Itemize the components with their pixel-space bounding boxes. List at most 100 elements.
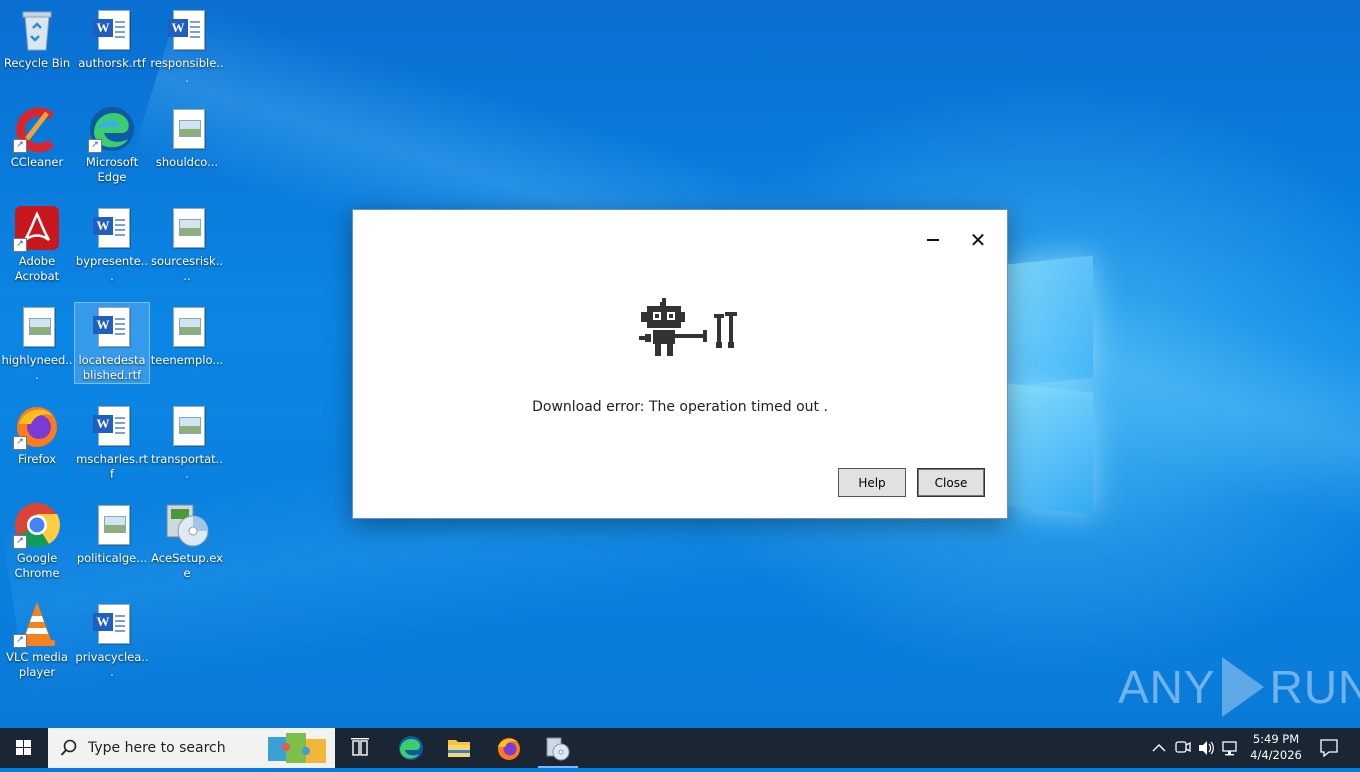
desktop-icon-file[interactable]: shouldco... [150, 105, 224, 170]
word-document-icon: W [88, 402, 136, 450]
taskbar-clock[interactable]: 5:49 PM 4/4/2026 [1244, 731, 1308, 763]
minimize-button[interactable] [919, 226, 949, 254]
folder-icon [448, 740, 470, 757]
desktop-icon-label: Microsoft Edge [85, 155, 139, 184]
microsoft-edge-icon: ↗ [88, 105, 136, 153]
desktop-icon-label: sourcesrisk.... [150, 254, 224, 283]
desktop-icon-file[interactable]: W authorsk.rtf [75, 6, 149, 71]
desktop-icon-label: teenemplo... [150, 353, 224, 367]
image-file-icon [163, 402, 211, 450]
watermark-text-right: RUN [1269, 661, 1360, 713]
play-logo-icon [1221, 657, 1264, 717]
recycle-bin-icon [13, 6, 61, 54]
word-document-icon: W [88, 303, 136, 351]
close-button[interactable]: Close [917, 468, 985, 497]
word-document-icon: W [88, 600, 136, 648]
volume-icon[interactable] [1196, 728, 1216, 768]
firefox-icon [498, 738, 520, 760]
installer-disc-icon [163, 501, 211, 549]
adobe-acrobat-icon: ↗ [13, 204, 61, 252]
desktop-icon-label: shouldco... [155, 155, 219, 169]
word-document-icon: W [163, 6, 211, 54]
image-file-icon [13, 303, 61, 351]
desktop-icon-file[interactable]: W bypresente... [75, 204, 149, 284]
broken-robot-icon [639, 298, 737, 356]
taskbar-firefox[interactable] [485, 728, 533, 768]
shortcut-arrow-icon: ↗ [13, 238, 27, 252]
shortcut-arrow-icon: ↗ [88, 139, 102, 153]
clock-time: 5:49 PM [1252, 732, 1300, 746]
desktop-icon-file[interactable]: transportat... [150, 402, 224, 482]
anyrun-watermark: ANY RUN [1118, 656, 1360, 718]
desktop-icon-file[interactable]: highlyneed... [0, 303, 74, 383]
desktop-icon-label: Recycle Bin [3, 56, 71, 70]
desktop-icon-label: VLC media player [6, 650, 68, 679]
help-button[interactable]: Help [838, 468, 906, 497]
desktop-icon-file[interactable]: W privacyclea... [75, 600, 149, 680]
desktop-icon-label: Firefox [17, 452, 57, 466]
image-file-icon [88, 501, 136, 549]
desktop-icon-label: Google Chrome [14, 551, 60, 580]
shortcut-arrow-icon: ↗ [13, 436, 27, 450]
wallpaper-logo-pane [1008, 383, 1093, 515]
desktop-icon-file[interactable]: politicalge... [75, 501, 149, 566]
desktop-icon-label: mscharles.rtf [76, 452, 148, 481]
image-file-icon [163, 105, 211, 153]
desktop-icon-ccleaner[interactable]: ↗ CCleaner [0, 105, 74, 170]
desktop-icon-label: transportat... [150, 452, 223, 481]
desktop-icon-label: AceSetup.exe [151, 551, 223, 580]
shortcut-arrow-icon: ↗ [13, 535, 27, 549]
taskbar: Type here to search 5:49 PM 4/4/2026 [0, 728, 1360, 768]
word-document-icon: W [88, 6, 136, 54]
notifications-icon[interactable] [1318, 738, 1340, 758]
taskbar-file-explorer[interactable] [435, 728, 483, 768]
desktop-icon-file[interactable]: W responsible... [150, 6, 224, 86]
clock-date: 4/4/2026 [1250, 748, 1302, 762]
desktop-icon-label: politicalge... [76, 551, 148, 565]
ccleaner-icon: ↗ [13, 105, 61, 153]
google-chrome-icon: ↗ [13, 501, 61, 549]
desktop-icon-label: CCleaner [10, 155, 64, 169]
desktop-icon-file[interactable]: W mscharles.rtf [75, 402, 149, 482]
desktop-icon-adobe-acrobat[interactable]: ↗ Adobe Acrobat [0, 204, 74, 284]
close-icon[interactable]: ✕ [963, 226, 993, 254]
image-file-icon [163, 303, 211, 351]
taskbar-microsoft-edge[interactable] [387, 728, 435, 768]
desktop-icon-firefox[interactable]: ↗ Firefox [0, 402, 74, 467]
desktop-icon-recycle-bin[interactable]: Recycle Bin [0, 6, 74, 71]
shortcut-arrow-icon: ↗ [13, 634, 27, 648]
vlc-cone-icon: ↗ [13, 600, 61, 648]
desktop-icon-acesetup[interactable]: AceSetup.exe [150, 501, 224, 581]
desktop-icon-microsoft-edge[interactable]: ↗ Microsoft Edge [75, 105, 149, 185]
image-file-icon [163, 204, 211, 252]
desktop-icon-label: privacyclea... [75, 650, 149, 679]
taskbar-task-view[interactable] [336, 728, 384, 768]
desktop-icon-label: bypresente... [75, 254, 149, 283]
desktop-icon-label: locatedestablished.rtf [78, 353, 146, 382]
desktop: Recycle Bin ↗ CCleaner ↗ Adobe Acrobat h… [0, 0, 1360, 728]
desktop-icon-label: highlyneed... [1, 353, 73, 382]
desktop-icon-file-selected[interactable]: W locatedestablished.rtf [74, 302, 150, 384]
taskbar-acesetup[interactable] [534, 728, 582, 768]
search-placeholder: Type here to search [88, 740, 226, 756]
shortcut-arrow-icon: ↗ [13, 139, 27, 153]
desktop-icon-google-chrome[interactable]: ↗ Google Chrome [0, 501, 74, 581]
error-message: Download error: The operation timed out … [532, 399, 828, 415]
desktop-icon-label: authorsk.rtf [78, 56, 146, 70]
desktop-icon-label: responsible... [150, 56, 224, 85]
watermark-text-left: ANY [1118, 661, 1216, 713]
wallpaper-logo-pane [1008, 255, 1093, 387]
start-button[interactable] [0, 728, 48, 768]
taskbar-search-box[interactable]: Type here to search [48, 728, 335, 768]
meet-now-icon[interactable] [1173, 728, 1193, 768]
download-error-dialog: ✕ Download error: The operation timed ou… [352, 209, 1008, 519]
desktop-icon-file[interactable]: teenemplo... [150, 303, 224, 368]
desktop-icon-vlc[interactable]: ↗ VLC media player [0, 600, 74, 680]
installer-disc-icon [546, 737, 570, 761]
task-view-icon [351, 738, 369, 756]
network-icon[interactable] [1220, 728, 1240, 768]
desktop-icon-file[interactable]: sourcesrisk.... [150, 204, 224, 284]
word-document-icon: W [88, 204, 136, 252]
search-highlight-puzzle-icon [268, 733, 326, 763]
chevron-up-icon[interactable] [1150, 728, 1168, 768]
